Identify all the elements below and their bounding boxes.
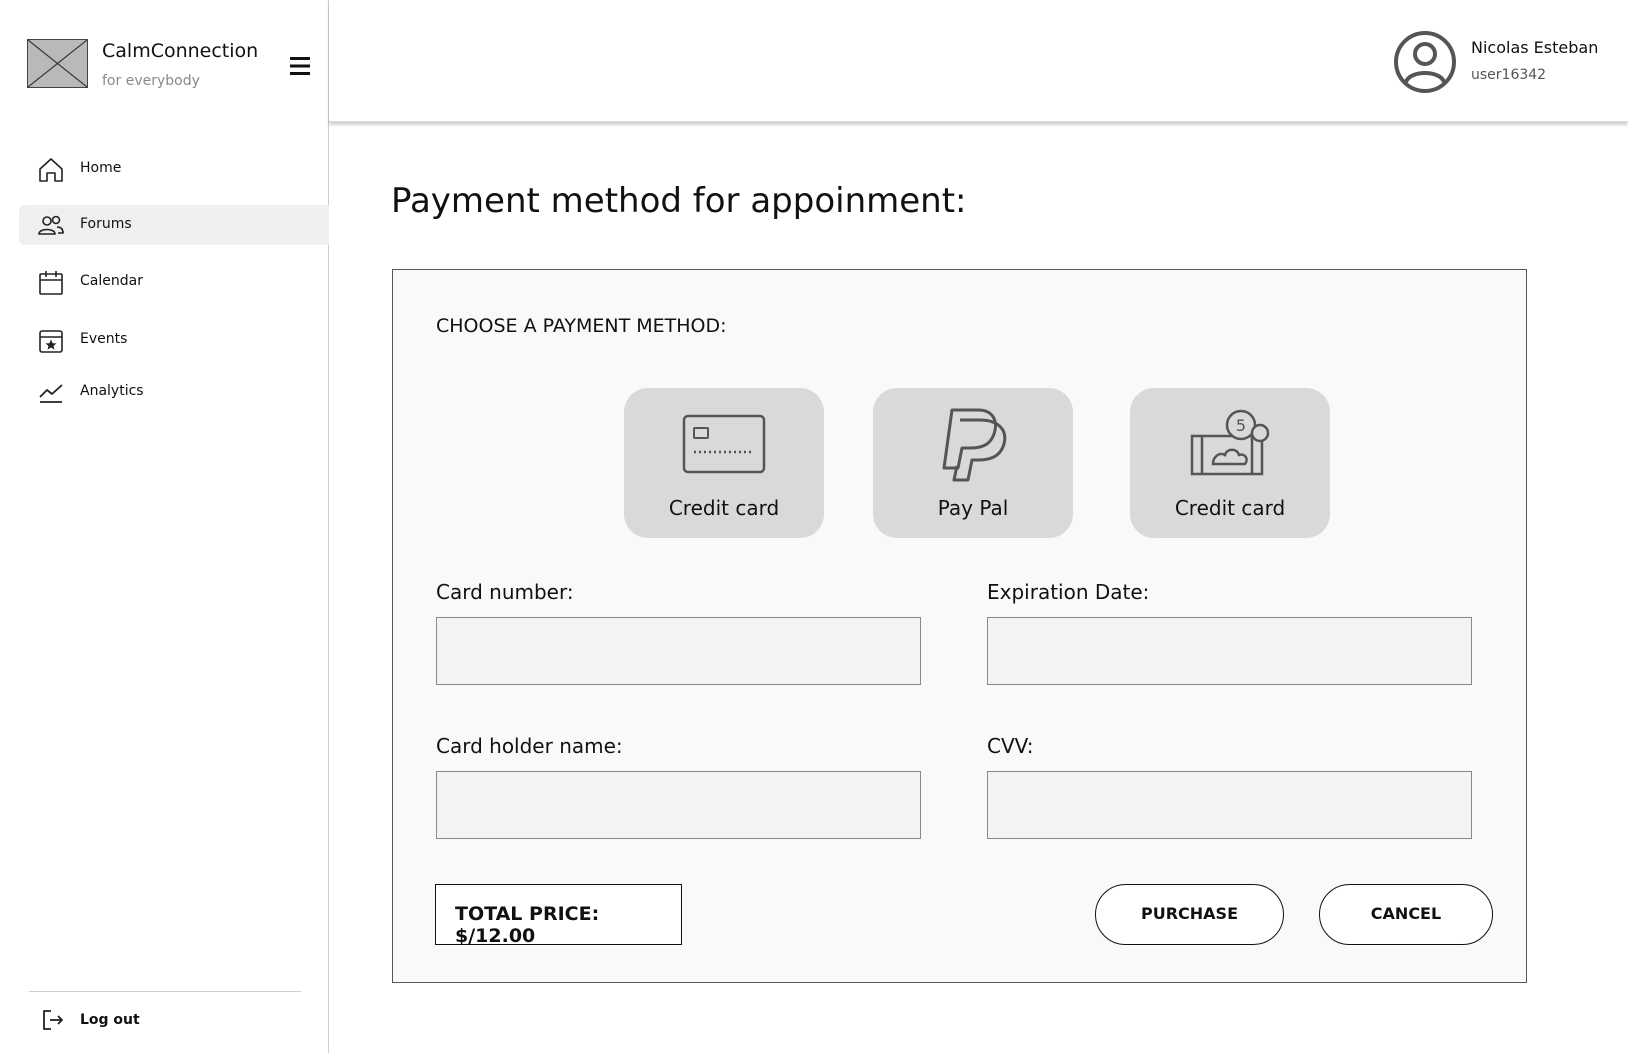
logout-divider bbox=[29, 991, 301, 992]
calendar-icon bbox=[38, 270, 64, 296]
sidebar-item-calendar[interactable]: Calendar bbox=[19, 262, 329, 302]
card-number-field[interactable] bbox=[436, 617, 921, 685]
paypal-icon bbox=[930, 404, 1016, 484]
method-credit-card[interactable]: Credit card bbox=[624, 388, 824, 538]
card-holder-field[interactable] bbox=[436, 771, 921, 839]
user-circle-icon[interactable] bbox=[1393, 30, 1457, 94]
sidebar-item-events[interactable]: Events bbox=[19, 320, 329, 360]
logout-icon bbox=[41, 1008, 65, 1032]
method-label: Credit card bbox=[668, 496, 780, 520]
line-chart-icon bbox=[38, 380, 64, 406]
sidebar-item-analytics[interactable]: Analytics bbox=[19, 372, 329, 412]
method-paypal[interactable]: Pay Pal bbox=[873, 388, 1073, 538]
total-price-box: TOTAL PRICE: $/12.00 bbox=[435, 884, 682, 947]
sidebar-item-home[interactable]: Home bbox=[19, 149, 329, 189]
sidebar: CalmConnection for everybody Home Forums… bbox=[0, 0, 329, 1053]
expiration-date-field[interactable] bbox=[987, 617, 1472, 685]
hamburger-menu-icon[interactable] bbox=[287, 53, 313, 79]
sidebar-item-forums[interactable]: Forums bbox=[19, 205, 329, 245]
brand-tagline: for everybody bbox=[102, 73, 200, 89]
brand-header: CalmConnection for everybody bbox=[0, 0, 329, 122]
users-icon bbox=[38, 213, 64, 239]
user-id: user16342 bbox=[1471, 67, 1547, 83]
home-icon bbox=[38, 157, 64, 183]
method-label: Credit card bbox=[1174, 496, 1286, 520]
card-holder-label: Card holder name: bbox=[436, 734, 623, 758]
sidebar-item-label: Calendar bbox=[80, 273, 143, 289]
sidebar-item-label: Events bbox=[80, 331, 128, 347]
brand-name: CalmConnection bbox=[102, 40, 259, 62]
sidebar-item-label: Forums bbox=[80, 216, 132, 232]
svg-text:5: 5 bbox=[1236, 416, 1246, 435]
method-label: Pay Pal bbox=[937, 496, 1009, 520]
payment-panel: CHOOSE A PAYMENT METHOD: Credit card Pay… bbox=[392, 269, 1527, 983]
logout-label: Log out bbox=[80, 1012, 140, 1028]
cancel-button[interactable]: CANCEL bbox=[1319, 884, 1493, 945]
method-cash[interactable]: 5 Credit card bbox=[1130, 388, 1330, 538]
purchase-button[interactable]: PURCHASE bbox=[1095, 884, 1284, 945]
total-price: TOTAL PRICE: $/12.00 bbox=[455, 903, 600, 947]
choose-method-label: CHOOSE A PAYMENT METHOD: bbox=[436, 315, 727, 337]
cvv-label: CVV: bbox=[987, 734, 1034, 758]
expiration-date-label: Expiration Date: bbox=[987, 580, 1150, 604]
cvv-field[interactable] bbox=[987, 771, 1472, 839]
cash-coins-icon: 5 bbox=[1187, 404, 1273, 484]
star-calendar-icon bbox=[38, 328, 64, 354]
logout-button[interactable]: Log out bbox=[29, 1003, 301, 1039]
credit-card-icon bbox=[681, 404, 767, 484]
image-placeholder-icon bbox=[27, 39, 88, 88]
user-name: Nicolas Esteban bbox=[1471, 38, 1599, 57]
sidebar-item-label: Home bbox=[80, 160, 122, 176]
page-title: Payment method for appoinment: bbox=[391, 181, 967, 221]
sidebar-item-label: Analytics bbox=[80, 383, 144, 399]
card-number-label: Card number: bbox=[436, 580, 574, 604]
